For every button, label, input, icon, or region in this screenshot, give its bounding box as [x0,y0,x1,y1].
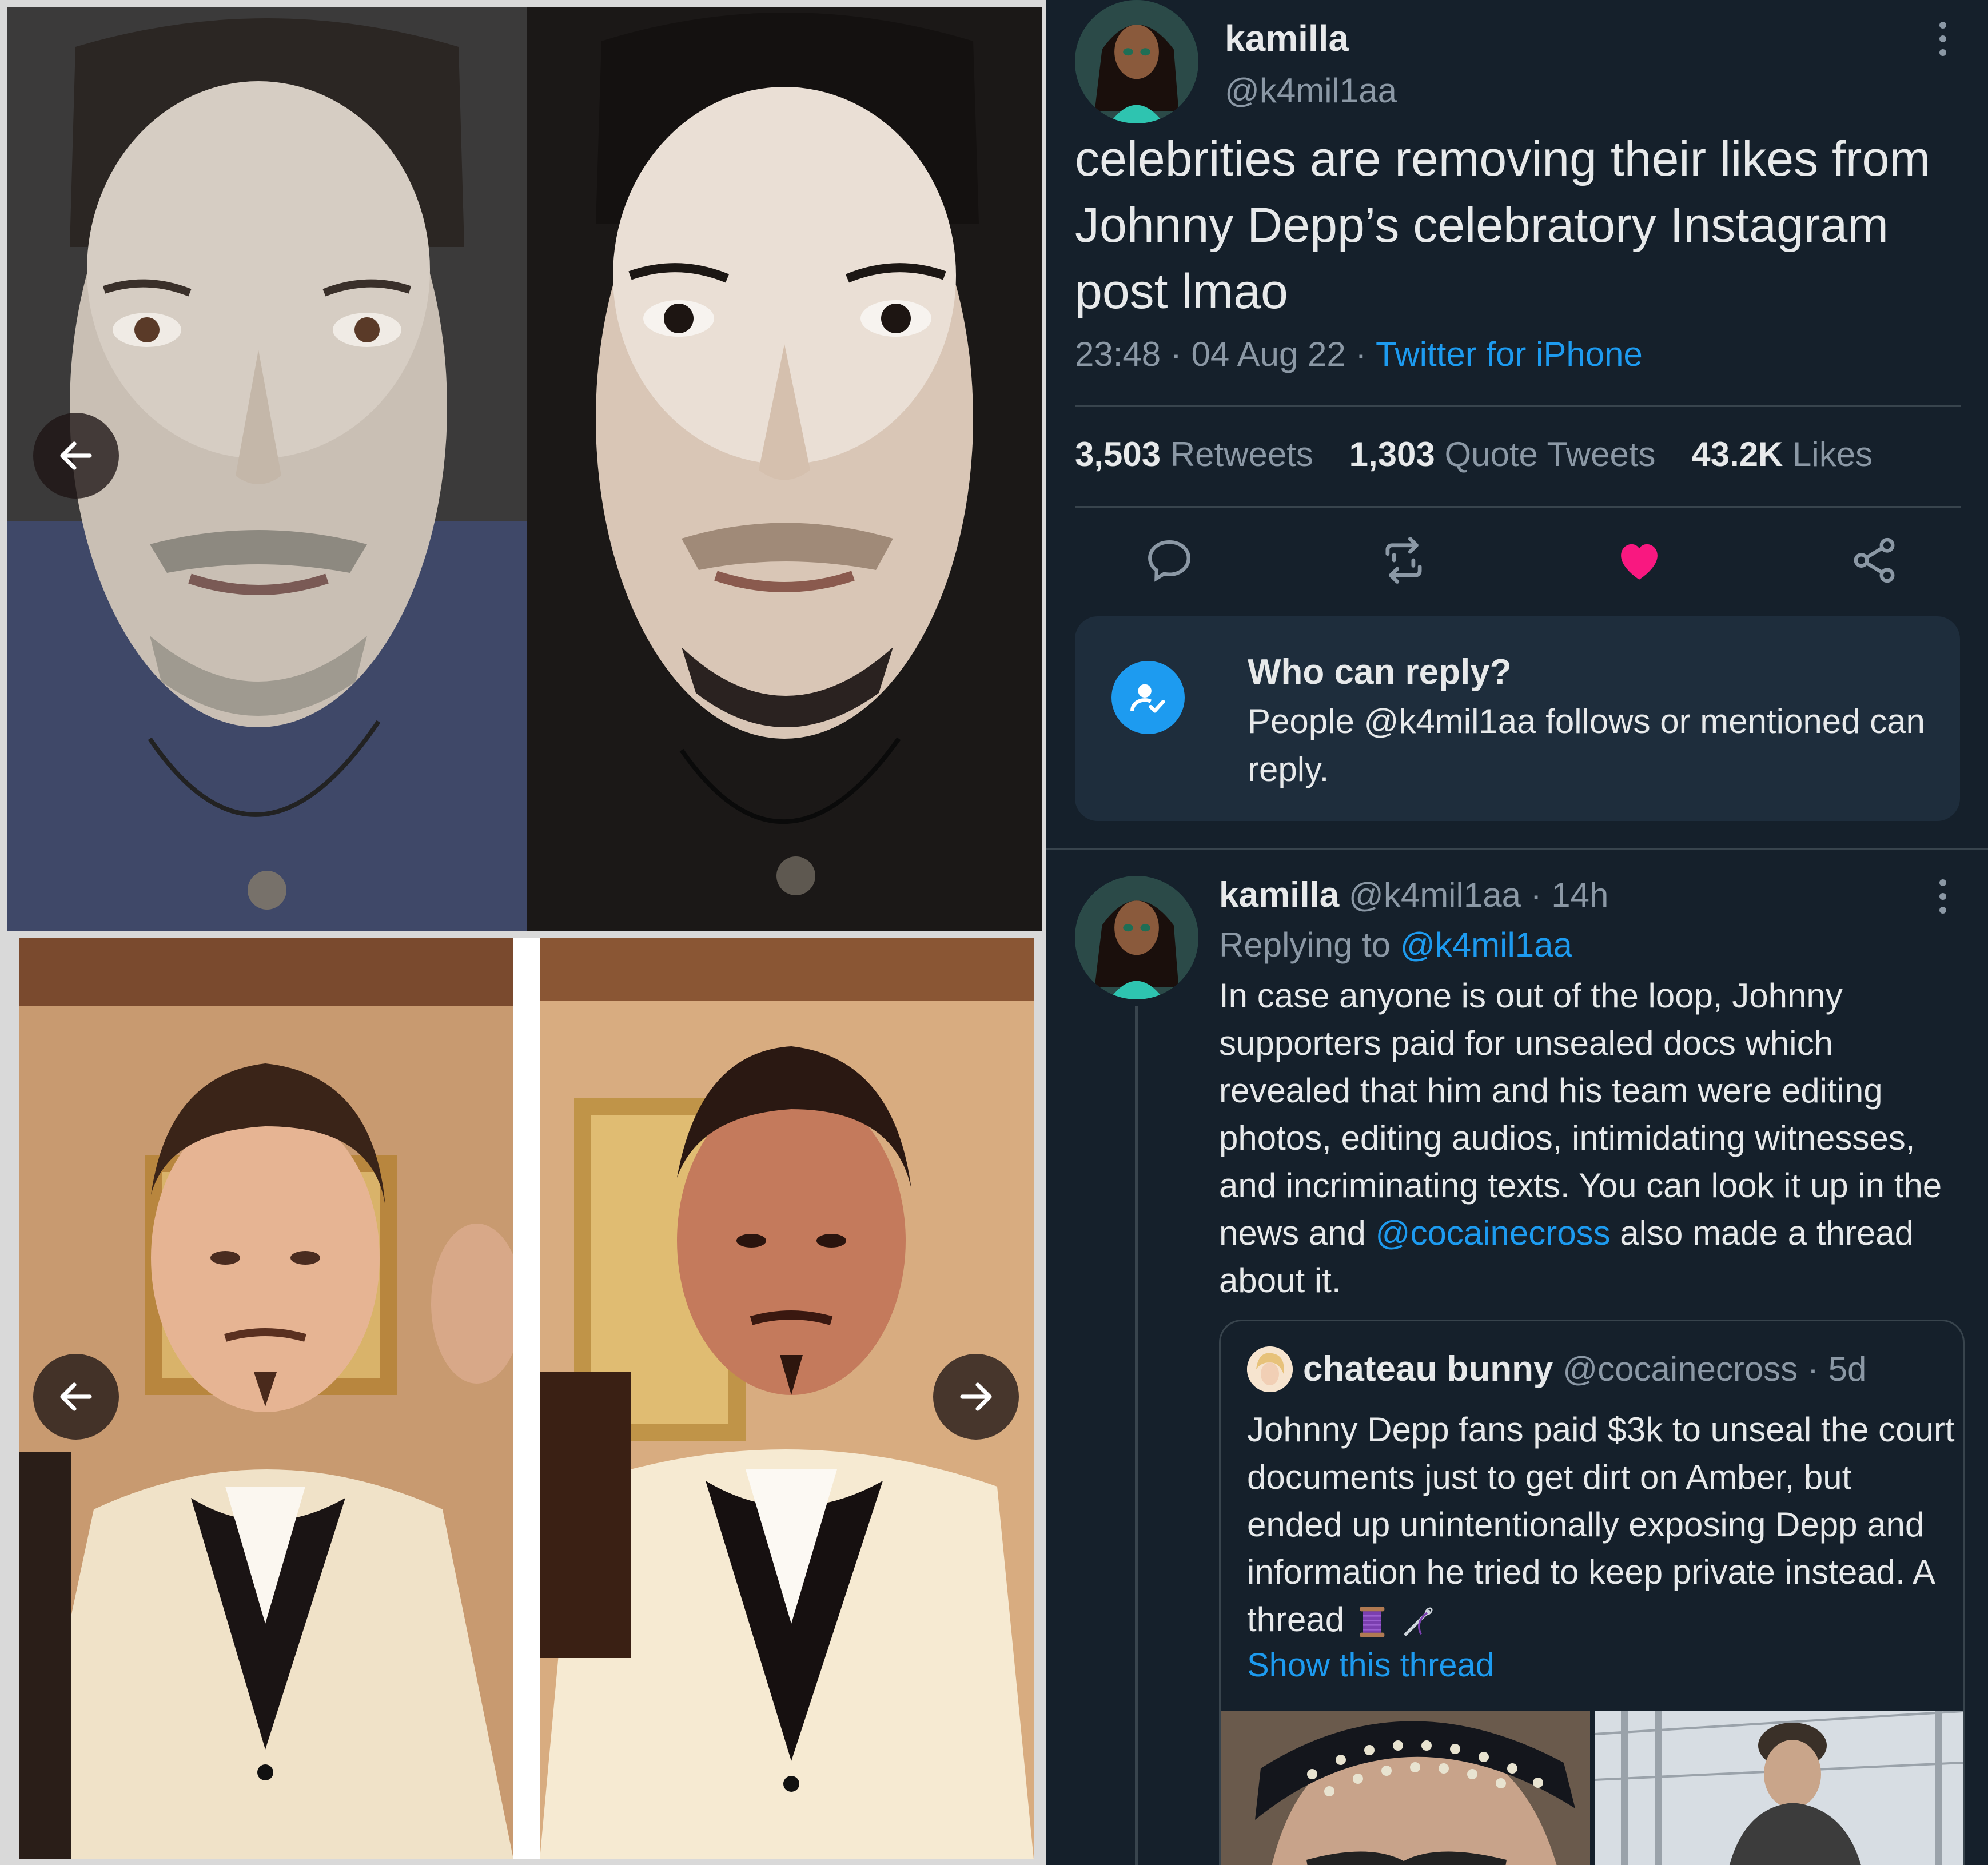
arrow-left-icon [60,1382,92,1411]
section-divider [1046,848,1988,850]
share-icon [1854,537,1895,583]
photo-face-edited [527,7,1042,931]
tweet-date[interactable]: 04 Aug 22 [1191,335,1345,373]
display-name[interactable]: kamilla [1225,17,1349,59]
quoted-text: Johnny Depp fans paid $3k to unseal the … [1247,1406,1956,1643]
likes-stat[interactable]: 43.2K Likes [1691,435,1873,473]
quoted-tweet[interactable]: chateau bunny @cocainecross · 5d Johnny … [1219,1320,1965,1865]
needle-icon [1404,1607,1433,1636]
replying-to-handle[interactable]: @k4mil1aa [1400,926,1572,964]
reply-age[interactable]: 14h [1551,876,1608,914]
retweets-stat[interactable]: 3,503 Retweets [1075,435,1313,473]
replying-to: Replying to @k4mil1aa [1219,925,1572,965]
person-check-icon [1111,661,1185,734]
reply-icon [1148,540,1190,582]
share-button[interactable] [1848,535,1900,586]
retweet-icon [1385,537,1422,584]
retweet-button[interactable] [1378,535,1429,586]
show-thread-link[interactable]: Show this thread [1247,1646,1494,1684]
tweet-stats: 3,503 Retweets 1,303 Quote Tweets 43.2K … [1075,435,1873,474]
avatar[interactable] [1075,0,1198,123]
quoted-media[interactable] [1221,1711,1963,1865]
quote-tweets-stat[interactable]: 1,303 Quote Tweets [1349,435,1656,473]
tweet-meta: 23:48 · 04 Aug 22 · Twitter for iPhone [1075,335,1643,373]
quoted-age: 5d [1828,1350,1867,1388]
user-handle[interactable]: @k4mil1aa [1225,71,1397,110]
who-can-reply-title: Who can reply? [1248,652,1512,692]
previous-photo-button[interactable] [33,413,119,499]
next-photo-button[interactable] [933,1354,1019,1440]
reply-text-body: In case anyone is out of the loop, Johnn… [1219,977,1942,1252]
quoted-header: chateau bunny @cocainecross · 5d [1303,1349,1867,1389]
quoted-text-body: Johnny Depp fans paid $3k to unseal the … [1247,1410,1955,1639]
divider [1075,405,1961,407]
mention-link[interactable]: @cocainecross [1376,1214,1611,1252]
thread-spool-icon [1360,1607,1385,1637]
who-can-reply-box: Who can reply? People @k4mil1aa follows … [1075,616,1960,821]
previous-photo-button-2[interactable] [33,1354,119,1440]
photo-collage [0,0,1046,1865]
tweet-time[interactable]: 23:48 [1075,335,1161,373]
quoted-display-name: chateau bunny [1303,1349,1553,1389]
reply-more-options-icon[interactable] [1938,879,1947,919]
divider [1075,506,1961,508]
quoted-avatar [1247,1346,1293,1392]
like-button[interactable] [1613,535,1665,586]
collage-gap [513,938,540,1859]
who-can-reply-text: People @k4mil1aa follows or mentioned ca… [1248,702,1925,788]
reply-button[interactable] [1144,535,1195,586]
reply-text: In case anyone is out of the loop, Johnn… [1219,972,1962,1304]
tweet-text: celebrities are removing their likes fro… [1075,131,1930,319]
reply-header: kamilla @k4mil1aa · 14h [1219,875,1609,915]
reply-display-name[interactable]: kamilla [1219,875,1339,915]
more-options-icon[interactable] [1938,22,1947,62]
arrow-right-icon [960,1382,992,1411]
tweet-panel: kamilla @k4mil1aa celebrities are removi… [1046,0,1988,1865]
tweet-source-link[interactable]: Twitter for iPhone [1376,335,1643,373]
reply-avatar[interactable] [1075,876,1198,999]
thread-line [1135,1006,1138,1865]
reply-handle[interactable]: @k4mil1aa [1349,876,1521,914]
replying-to-label: Replying to [1219,926,1391,964]
arrow-left-icon [60,441,92,470]
quoted-handle: @cocainecross [1563,1350,1798,1388]
like-icon [1621,544,1658,580]
